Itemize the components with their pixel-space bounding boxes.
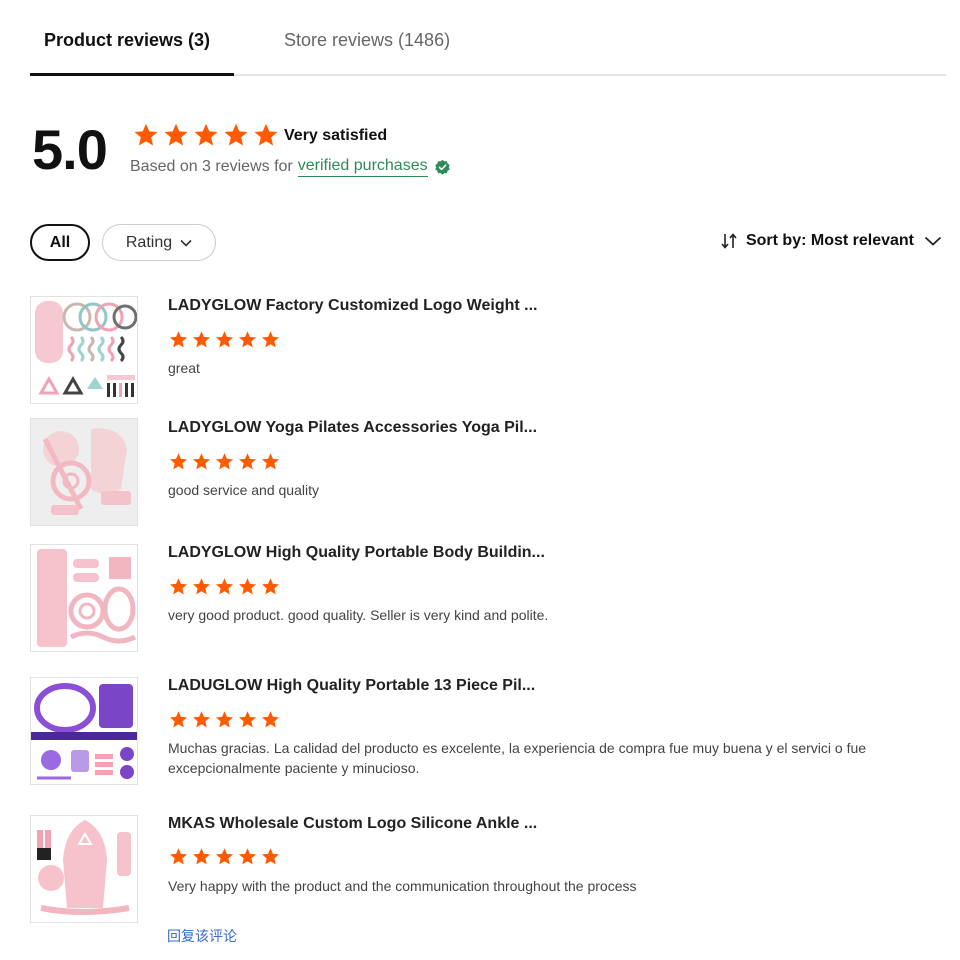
review-text: great <box>168 360 200 376</box>
filter-all-button[interactable]: All <box>30 224 90 261</box>
product-image <box>31 683 137 780</box>
review-product-title[interactable]: LADUGLOW High Quality Portable 13 Piece … <box>168 677 535 695</box>
star-icon <box>214 710 235 730</box>
star-icon <box>192 122 220 149</box>
product-thumbnail[interactable] <box>30 296 138 404</box>
filter-rating-label: Rating <box>125 233 173 251</box>
product-thumbnail[interactable] <box>30 677 138 785</box>
review-product-title[interactable]: LADYGLOW Factory Customized Logo Weight … <box>168 297 537 315</box>
based-on-prefix: Based on 3 reviews for <box>130 158 293 175</box>
product-image <box>35 301 137 397</box>
verified-badge-icon <box>434 159 450 175</box>
star-icon <box>168 847 189 867</box>
star-icon <box>214 452 235 472</box>
star-icon <box>168 452 189 472</box>
sort-dropdown[interactable]: Sort by: Most relevant <box>720 232 942 250</box>
star-icon <box>260 710 281 730</box>
chevron-down-icon <box>924 236 942 246</box>
review-text: very good product. good quality. Seller … <box>168 607 549 623</box>
star-icon <box>162 122 190 149</box>
sort-label: Sort by: Most relevant <box>745 232 914 249</box>
star-icon <box>214 330 235 350</box>
review-stars <box>168 577 283 597</box>
star-icon <box>237 847 258 867</box>
star-icon <box>191 847 212 867</box>
star-icon <box>237 710 258 730</box>
star-icon <box>260 452 281 472</box>
review-text: Very happy with the product and the comm… <box>168 878 637 894</box>
review-text: good service and quality <box>168 482 319 498</box>
average-score: 5.0 <box>32 118 108 181</box>
based-on-text: Based on 3 reviews for verified purchase… <box>130 157 451 177</box>
product-thumbnail[interactable] <box>30 544 138 652</box>
filter-all-label: All <box>49 233 71 251</box>
review-stars <box>168 330 283 350</box>
satisfaction-label: Very satisfied <box>284 127 388 144</box>
star-icon <box>168 577 189 597</box>
product-thumbnail[interactable] <box>30 418 138 526</box>
star-icon <box>191 577 212 597</box>
star-icon <box>168 330 189 350</box>
star-icon <box>237 577 258 597</box>
star-icon <box>191 330 212 350</box>
verified-purchases-link[interactable]: verified purchases <box>297 157 428 177</box>
review-stars <box>168 710 283 730</box>
tab-store-reviews[interactable]: Store reviews (1486) <box>284 30 450 51</box>
product-image <box>37 820 131 915</box>
star-icon <box>214 847 235 867</box>
star-icon <box>252 122 280 149</box>
filter-rating-dropdown[interactable]: Rating <box>102 224 216 261</box>
summary-stars <box>132 122 282 149</box>
review-tabs: Product reviews (3) Store reviews (1486) <box>30 0 946 76</box>
star-icon <box>222 122 250 149</box>
filter-bar: All Rating Sort by: Most relevant <box>30 224 946 262</box>
review-product-title[interactable]: LADYGLOW Yoga Pilates Accessories Yoga P… <box>168 419 537 437</box>
reply-review-link[interactable]: 回复该评论 <box>167 926 237 946</box>
review-product-title[interactable]: MKAS Wholesale Custom Logo Silicone Ankl… <box>168 815 537 833</box>
star-icon <box>191 452 212 472</box>
star-icon <box>191 710 212 730</box>
tab-product-reviews[interactable]: Product reviews (3) <box>44 30 210 51</box>
product-image <box>37 549 137 647</box>
star-icon <box>260 330 281 350</box>
review-text: Muchas gracias. La calidad del producto … <box>168 740 867 776</box>
active-tab-indicator <box>30 73 234 76</box>
product-thumbnail[interactable] <box>30 815 138 923</box>
review-stars <box>168 847 283 867</box>
star-icon <box>237 452 258 472</box>
sort-icon <box>721 233 737 249</box>
product-image <box>31 419 137 525</box>
star-icon <box>237 330 258 350</box>
star-icon <box>168 710 189 730</box>
review-stars <box>168 452 283 472</box>
star-icon <box>132 122 160 149</box>
chevron-down-icon <box>180 239 192 247</box>
star-icon <box>214 577 235 597</box>
star-icon <box>260 577 281 597</box>
star-icon <box>260 847 281 867</box>
review-product-title[interactable]: LADYGLOW High Quality Portable Body Buil… <box>168 544 545 562</box>
